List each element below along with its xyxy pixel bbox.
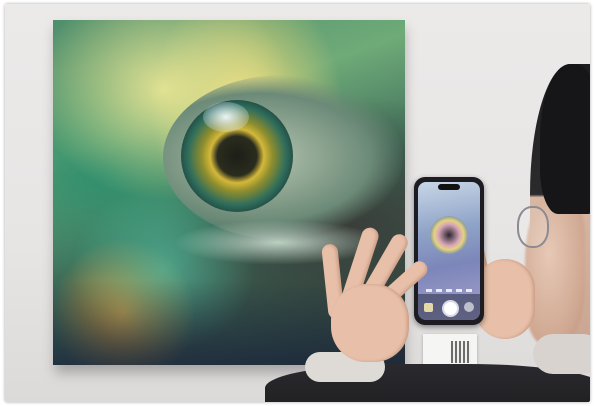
visitor-hair <box>540 64 590 214</box>
left-palm <box>331 284 409 362</box>
screen-eye-preview <box>430 216 468 254</box>
left-hand <box>321 224 433 364</box>
shutter-button-icon <box>442 300 459 317</box>
right-palm <box>475 259 535 339</box>
photo-scene <box>5 4 590 402</box>
camera-flip-icon <box>464 302 474 312</box>
painted-reflection <box>203 102 249 132</box>
qr-code-icon <box>451 341 471 363</box>
phone-notch <box>438 184 460 190</box>
